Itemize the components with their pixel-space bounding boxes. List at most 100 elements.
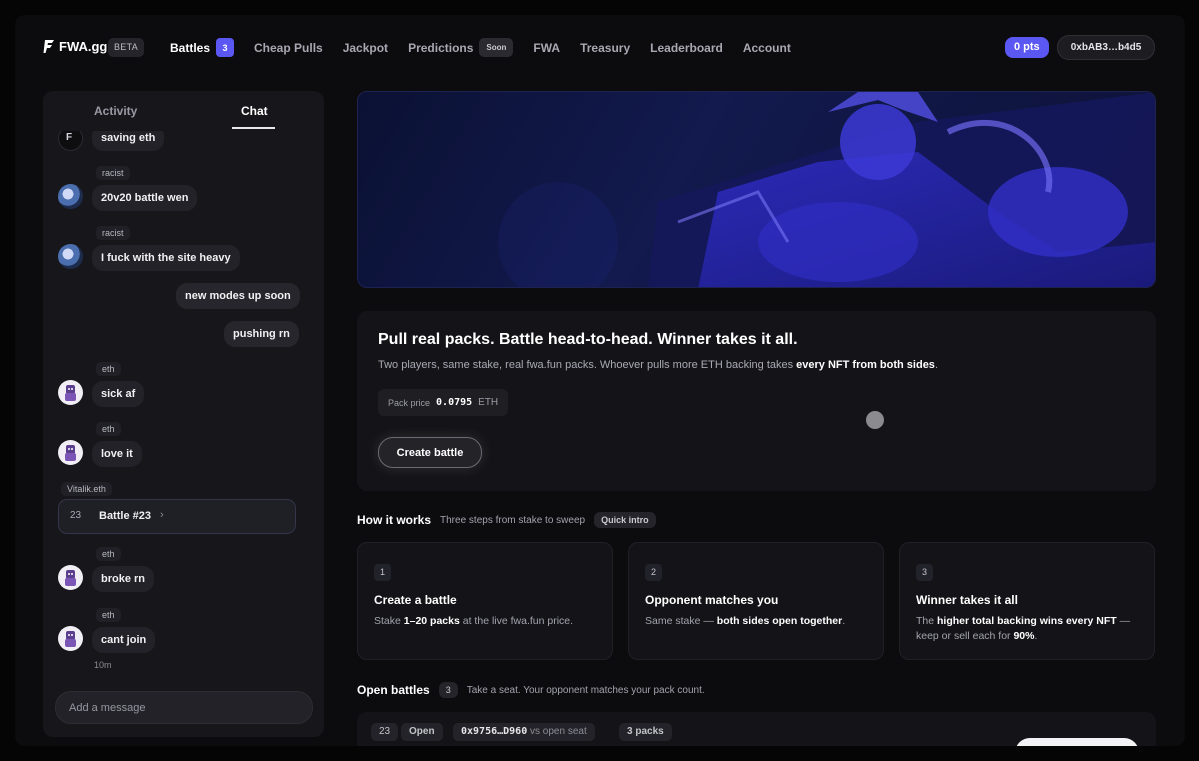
chat-bubble: 20v20 battle wen	[92, 185, 198, 211]
section-title: How it works	[357, 513, 432, 527]
chat-bubble: cant join	[92, 627, 156, 653]
mouse-cursor	[866, 411, 884, 429]
nav-item-label: Treasury	[580, 40, 631, 55]
tab-activity[interactable]: Activity	[94, 104, 137, 118]
chat-username[interactable]: eth	[96, 608, 121, 622]
chat-username[interactable]: racist	[96, 226, 130, 240]
avatar[interactable]: F	[58, 131, 83, 151]
nav-item-battles[interactable]: Battles 3	[170, 38, 235, 57]
chat-username[interactable]: eth	[96, 547, 121, 561]
soon-badge: Soon	[479, 38, 514, 57]
join-battle-button[interactable]	[1015, 738, 1139, 746]
message-input[interactable]	[55, 691, 313, 724]
step-card: 1 Create a battle Stake 1–20 packs at th…	[357, 542, 613, 660]
step-text: Same stake —	[645, 615, 717, 627]
chat-messages: F saving eth racist 20v20 battle wen rac…	[43, 131, 313, 691]
battle-matchup: 0x9756…D960 vs open seat	[453, 723, 595, 741]
pack-price-box: Pack price 0.0795 ETH	[378, 389, 509, 416]
step-number: 3	[916, 564, 933, 581]
chat-battle-card[interactable]: 23 Battle #23 ›	[58, 499, 296, 534]
brand-name: FWA.gg	[59, 39, 108, 54]
section-subtitle: Take a seat. Your opponent matches your …	[466, 684, 705, 696]
step-emphasis: higher total backing wins every NFT	[937, 615, 1117, 627]
nav-item-label: Battles	[170, 40, 211, 55]
chat-username[interactable]: eth	[96, 422, 121, 436]
step-text: .	[842, 615, 846, 627]
chat-bubble: love it	[92, 441, 142, 467]
avatar-glyph: F	[66, 132, 73, 143]
top-nav: FWA.gg BETA Battles 3 Cheap Pulls Jackpo…	[15, 15, 1185, 81]
step-emphasis: 90%	[1013, 630, 1035, 642]
app-window: FWA.gg BETA Battles 3 Cheap Pulls Jackpo…	[15, 15, 1185, 746]
promo-subtitle-emphasis: every NFT from both sides	[796, 359, 935, 371]
active-tab-indicator	[232, 127, 275, 129]
step-card: 2 Opponent matches you Same stake — both…	[628, 542, 884, 660]
avatar[interactable]	[58, 565, 83, 590]
step-emphasis: 1–20 packs	[403, 615, 460, 627]
step-card: 3 Winner takes it all The higher total b…	[899, 542, 1155, 660]
open-seat-label: open seat	[542, 726, 587, 737]
chat-bubble-own: new modes up soon	[176, 283, 300, 309]
battle-number: 23	[70, 510, 82, 521]
nav-item-treasury[interactable]: Treasury	[580, 41, 630, 55]
open-battle-row[interactable]: 23 Open 0x9756…D960 vs open seat 3 packs	[357, 712, 1156, 746]
avatar[interactable]	[58, 440, 83, 465]
promo-subtitle: Two players, same stake, real fwa.fun pa…	[378, 359, 938, 371]
chat-sidebar: Activity Chat F saving eth racist 20v20 …	[43, 91, 324, 737]
step-text: at the live fwa.fun price.	[459, 615, 574, 627]
chat-username[interactable]: eth	[96, 362, 121, 376]
pack-price-label: Pack price	[388, 397, 431, 408]
create-battle-button[interactable]: Create battle	[378, 437, 482, 468]
points-button[interactable]: 0 pts	[1005, 37, 1049, 58]
nav-item-cheap-pulls[interactable]: Cheap Pulls	[254, 41, 323, 55]
step-title: Create a battle	[374, 593, 457, 607]
avatar[interactable]	[58, 626, 83, 651]
nav-item-leaderboard[interactable]: Leaderboard	[650, 41, 723, 55]
quick-intro-button[interactable]: Quick intro	[594, 512, 656, 528]
avatar[interactable]	[58, 380, 83, 405]
chat-username[interactable]: Vitalik.eth	[61, 482, 112, 496]
vs-label: vs	[530, 726, 541, 737]
hero-banner	[357, 91, 1156, 288]
how-it-works-steps: 1 Create a battle Stake 1–20 packs at th…	[357, 542, 1156, 660]
promo-card: Pull real packs. Battle head-to-head. Wi…	[357, 311, 1156, 491]
battles-count-badge: 3	[216, 38, 235, 57]
chat-bubble: sick af	[92, 381, 145, 407]
nav-item-label: Predictions	[408, 40, 474, 55]
chat-bubble: saving eth	[92, 131, 165, 151]
step-number: 1	[374, 564, 391, 581]
how-it-works-header: How it works Three steps from stake to s…	[357, 512, 656, 528]
sidebar-tabs: Activity Chat	[43, 91, 324, 131]
avatar[interactable]	[58, 244, 83, 269]
chevron-right-icon: ›	[160, 509, 164, 521]
avatar-character-icon	[65, 385, 76, 401]
step-emphasis: both sides open together	[716, 615, 843, 627]
step-text: Stake	[374, 615, 404, 627]
chat-bubble: broke rn	[92, 566, 155, 592]
nav-item-fwa[interactable]: FWA	[533, 41, 560, 55]
status-badge: Open	[401, 723, 443, 741]
avatar-character-icon	[65, 570, 76, 586]
promo-subtitle-text: Two players, same stake, real fwa.fun pa…	[378, 359, 797, 371]
nav-item-label: Jackpot	[342, 40, 389, 55]
chat-username[interactable]: racist	[96, 166, 130, 180]
chat-bubble-own: pushing rn	[224, 321, 299, 347]
bolt-icon	[43, 40, 54, 53]
section-subtitle: Three steps from stake to sweep	[440, 514, 586, 526]
beta-badge: BETA	[108, 38, 145, 57]
avatar[interactable]	[58, 184, 83, 209]
pack-price-value: 0.0795	[436, 397, 473, 408]
nav-item-account[interactable]: Account	[743, 41, 791, 55]
nav-item-label: Cheap Pulls	[254, 40, 323, 55]
nav-item-predictions[interactable]: Predictions Soon	[408, 38, 514, 57]
brand-logo[interactable]: FWA.gg	[43, 39, 107, 54]
step-description: Stake 1–20 packs at the live fwa.fun pri…	[374, 614, 599, 629]
message-timestamp: 10m	[94, 660, 112, 670]
nav-item-jackpot[interactable]: Jackpot	[343, 41, 388, 55]
avatar-character-icon	[65, 445, 76, 461]
battle-number: 23	[371, 723, 399, 741]
step-number: 2	[645, 564, 662, 581]
wallet-button[interactable]: 0xbAB3…b4d5	[1057, 35, 1155, 60]
nav-item-label: FWA	[533, 40, 561, 55]
tab-chat[interactable]: Chat	[241, 104, 268, 118]
